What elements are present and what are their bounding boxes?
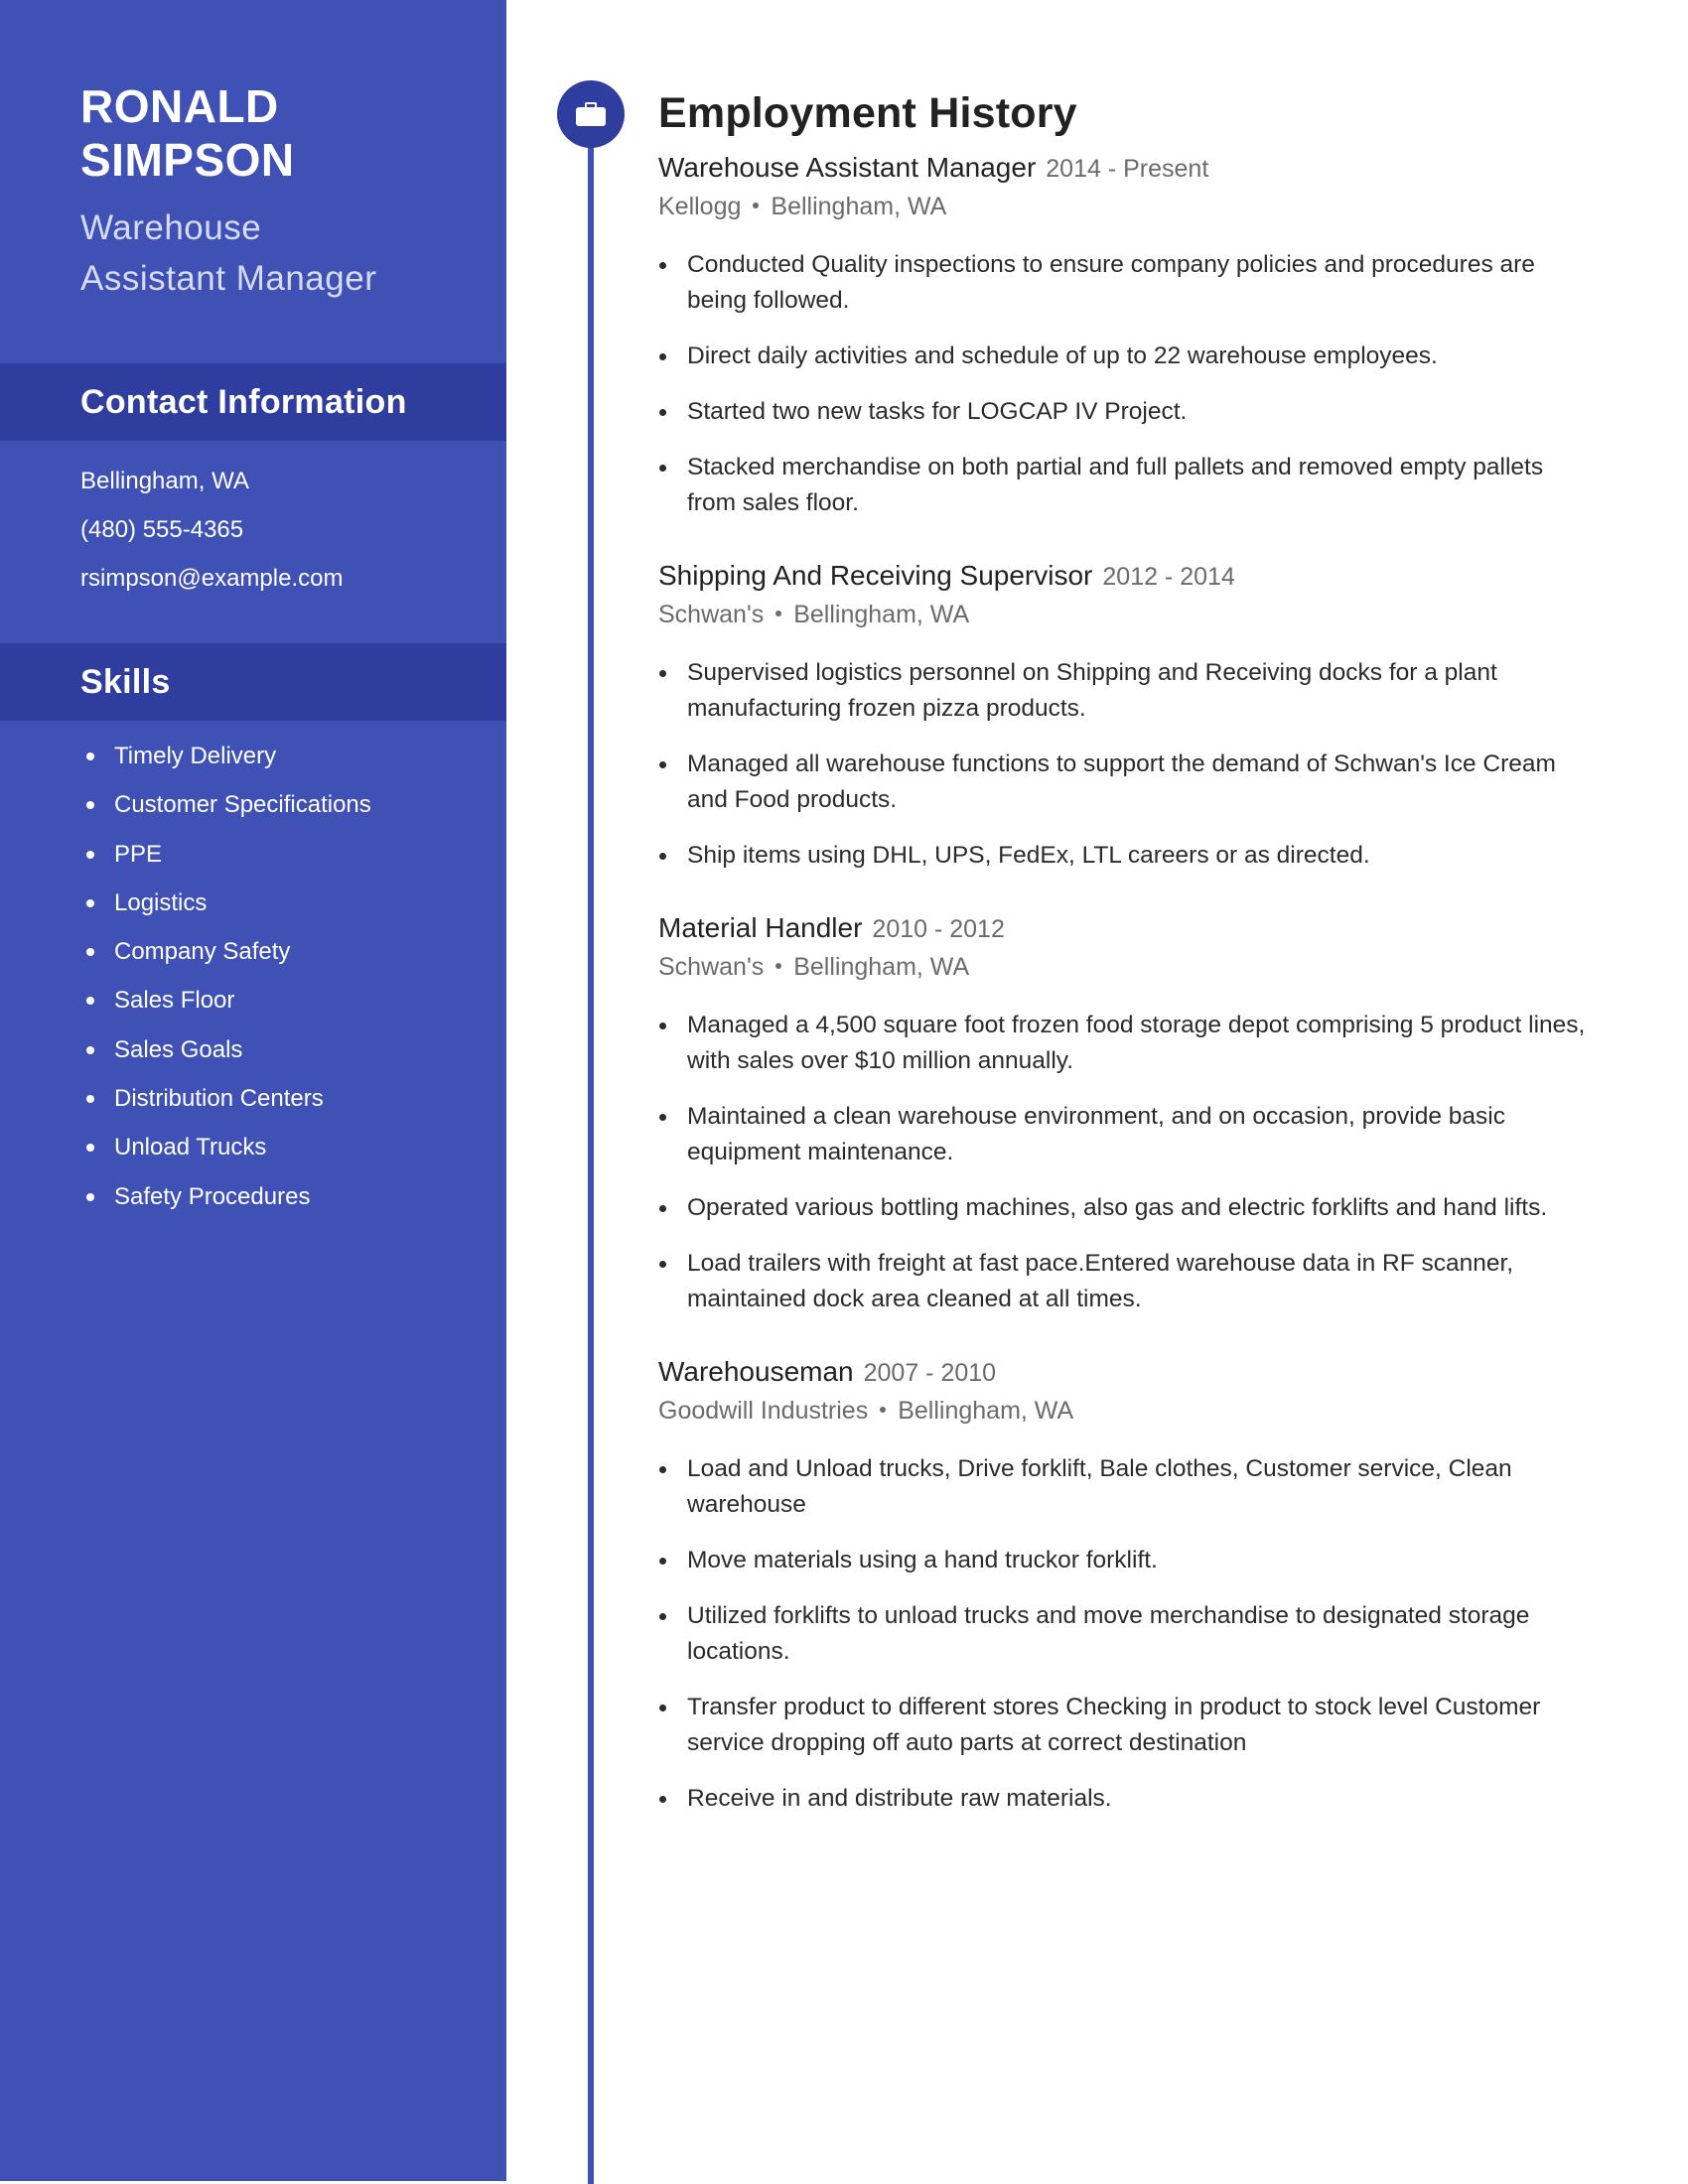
job-title: Material Handler — [658, 912, 863, 943]
contact-phone[interactable]: (480) 555-4365 — [80, 505, 343, 554]
job-bullet: Receive in and distribute raw materials. — [658, 1781, 1591, 1817]
name-last: SIMPSON — [80, 134, 295, 186]
job-bullets: Supervised logistics personnel on Shippi… — [658, 655, 1612, 874]
skill-item: Sales Goals — [80, 1025, 371, 1074]
job-bullet: Operated various bottling machines, also… — [658, 1190, 1591, 1226]
job-dates: 2014 - Present — [1046, 155, 1209, 183]
job-bullet: Maintained a clean warehouse environment… — [658, 1099, 1591, 1170]
job-bullet: Stacked merchandise on both partial and … — [658, 450, 1591, 521]
job-employer: Goodwill Industries Bellingham, WA — [658, 1392, 1612, 1430]
job-header: Warehouse Assistant Manager 2014 - Presen… — [658, 149, 1612, 188]
job-entry: Material Handler 2010 - 2012 Schwan's Belli… — [658, 909, 1612, 1317]
job-header: Warehouseman 2007 - 2010 — [658, 1353, 1612, 1392]
contact-info: Bellingham, WA (480) 555-4365 rsimpson@e… — [80, 457, 343, 603]
job-entry: Warehouse Assistant Manager 2014 - Presen… — [658, 149, 1612, 521]
contact-header-band: Contact Information — [0, 363, 506, 441]
skills-list: Timely Delivery Customer Specifications PP… — [80, 732, 371, 1221]
separator-dot-icon — [775, 962, 782, 969]
job-employer: Schwan's Bellingham, WA — [658, 948, 1612, 986]
separator-dot-icon — [880, 1406, 887, 1413]
job-title: Warehouse Assistant Manager — [658, 152, 1037, 183]
sidebar: RONALD SIMPSON Warehouse Assistant Manag… — [0, 0, 506, 2181]
job-title: Warehouseman — [658, 1356, 854, 1387]
skill-item: Timely Delivery — [80, 732, 371, 780]
skill-item: Logistics — [80, 879, 371, 927]
job-employer: Kellogg Bellingham, WA — [658, 188, 1612, 225]
job-bullet: Managed a 4,500 square foot frozen food … — [658, 1008, 1591, 1079]
job-bullet: Move materials using a hand truckor fork… — [658, 1543, 1591, 1578]
job-bullet: Supervised logistics personnel on Shippi… — [658, 655, 1591, 727]
skill-item: Customer Specifications — [80, 780, 371, 829]
job-bullet: Conducted Quality inspections to ensure … — [658, 247, 1591, 319]
job-location: Bellingham, WA — [793, 601, 970, 628]
job-company: Goodwill Industries — [658, 1397, 869, 1425]
separator-dot-icon — [753, 202, 760, 208]
job-bullet: Transfer product to different stores Che… — [658, 1690, 1591, 1761]
job-company: Schwan's — [658, 601, 765, 628]
timeline-line — [588, 114, 594, 2184]
job-entry: Shipping And Receiving Supervisor 2012 - … — [658, 557, 1612, 874]
job-header: Material Handler 2010 - 2012 — [658, 909, 1612, 948]
section-icon-badge — [557, 80, 625, 148]
job-bullet: Load trailers with freight at fast pace.… — [658, 1246, 1591, 1317]
candidate-title: Warehouse Assistant Manager — [80, 203, 376, 304]
separator-dot-icon — [775, 610, 782, 616]
job-employer: Schwan's Bellingham, WA — [658, 596, 1612, 633]
job-bullets: Conducted Quality inspections to ensure … — [658, 247, 1612, 521]
job-bullet: Managed all warehouse functions to suppo… — [658, 747, 1591, 818]
skill-item: Safety Procedures — [80, 1172, 371, 1221]
job-bullets: Managed a 4,500 square foot frozen food … — [658, 1008, 1612, 1317]
job-company: Schwan's — [658, 953, 765, 981]
employment-heading: Employment History — [658, 89, 1077, 137]
job-entry: Warehouseman 2007 - 2010 Goodwill Industri… — [658, 1353, 1612, 1817]
job-dates: 2012 - 2014 — [1102, 563, 1235, 591]
job-dates: 2010 - 2012 — [872, 915, 1005, 943]
job-location: Bellingham, WA — [793, 953, 970, 981]
contact-email[interactable]: rsimpson@example.com — [80, 554, 343, 603]
job-bullet: Direct daily activities and schedule of … — [658, 339, 1591, 374]
contact-location: Bellingham, WA — [80, 468, 249, 494]
title-line-2: Assistant Manager — [80, 259, 377, 298]
job-bullet: Ship items using DHL, UPS, FedEx, LTL ca… — [658, 838, 1591, 874]
job-bullet: Load and Unload trucks, Drive forklift, … — [658, 1451, 1591, 1523]
skill-item: PPE — [80, 830, 371, 879]
job-company: Kellogg — [658, 193, 742, 220]
job-header: Shipping And Receiving Supervisor 2012 - … — [658, 557, 1612, 596]
job-dates: 2007 - 2010 — [863, 1359, 997, 1387]
skills-header-band: Skills — [0, 643, 506, 721]
skills-heading: Skills — [80, 663, 171, 701]
job-location: Bellingham, WA — [898, 1397, 1074, 1425]
employment-section: Employment History Warehouse Assistant M… — [658, 85, 1612, 1852]
contact-heading: Contact Information — [80, 383, 407, 421]
job-bullet: Started two new tasks for LOGCAP IV Proj… — [658, 394, 1591, 430]
candidate-name: RONALD SIMPSON — [80, 79, 295, 187]
jobs-list: Warehouse Assistant Manager 2014 - Presen… — [658, 149, 1612, 1817]
skill-item: Sales Floor — [80, 976, 371, 1024]
job-bullet: Utilized forklifts to unload trucks and … — [658, 1598, 1591, 1670]
job-title: Shipping And Receiving Supervisor — [658, 560, 1093, 591]
job-bullets: Load and Unload trucks, Drive forklift, … — [658, 1451, 1612, 1817]
skill-item: Unload Trucks — [80, 1123, 371, 1171]
job-location: Bellingham, WA — [771, 193, 947, 220]
briefcase-icon — [576, 102, 606, 126]
title-line-1: Warehouse — [80, 208, 262, 247]
skill-item: Company Safety — [80, 927, 371, 976]
skill-item: Distribution Centers — [80, 1074, 371, 1123]
name-first: RONALD — [80, 80, 279, 132]
